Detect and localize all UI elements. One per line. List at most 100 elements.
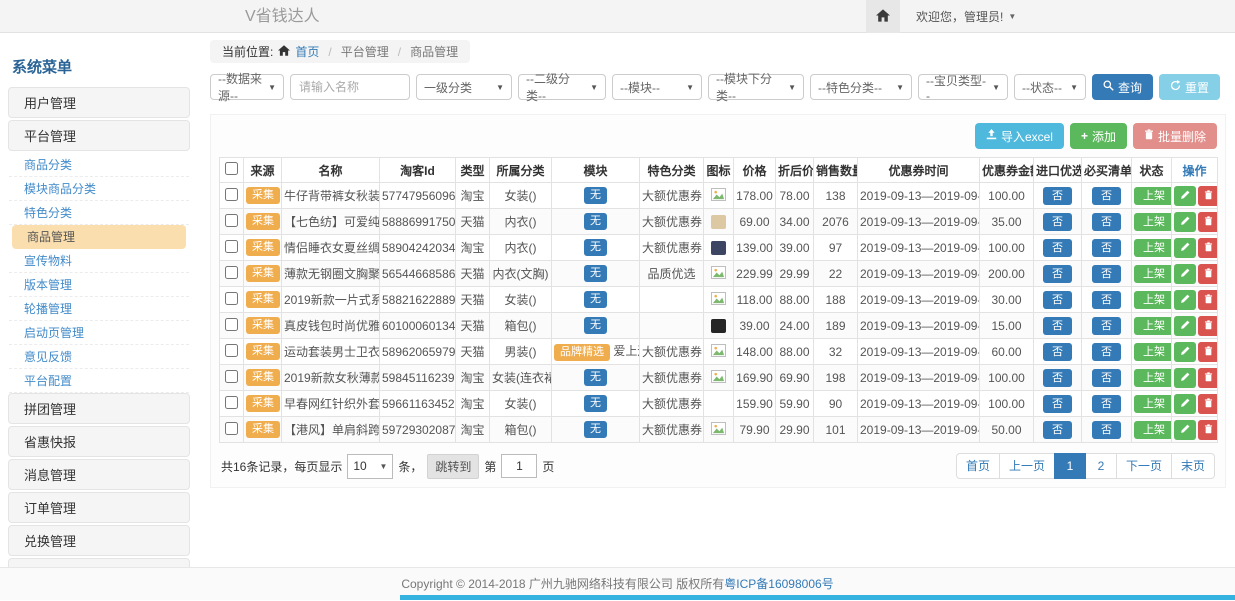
add-button[interactable]: + 添加 bbox=[1070, 123, 1127, 149]
sidebar-item-sub[interactable]: 平台配置 bbox=[9, 369, 189, 393]
filter-select[interactable]: --状态--▼ bbox=[1014, 74, 1086, 100]
row-checkbox[interactable] bbox=[225, 344, 238, 357]
jump-button[interactable]: 跳转到 bbox=[427, 454, 479, 479]
import-select-toggle[interactable]: 否 bbox=[1043, 291, 1072, 309]
filter-select[interactable]: --数据来源--▼ bbox=[210, 74, 284, 100]
sidebar-item-sub[interactable]: 商品管理 bbox=[12, 225, 186, 249]
name-search-input[interactable] bbox=[290, 74, 410, 100]
status-button[interactable]: 上架 bbox=[1134, 291, 1172, 309]
edit-button[interactable] bbox=[1174, 212, 1196, 232]
must-buy-toggle[interactable]: 否 bbox=[1092, 213, 1121, 231]
row-checkbox[interactable] bbox=[225, 292, 238, 305]
breadcrumb-home-link[interactable]: 首页 bbox=[295, 43, 319, 60]
sidebar-item-sub[interactable]: 意见反馈 bbox=[9, 345, 189, 369]
must-buy-toggle[interactable]: 否 bbox=[1092, 421, 1121, 439]
status-button[interactable]: 上架 bbox=[1134, 187, 1172, 205]
delete-button[interactable] bbox=[1198, 290, 1218, 310]
must-buy-toggle[interactable]: 否 bbox=[1092, 265, 1121, 283]
delete-button[interactable] bbox=[1198, 316, 1218, 336]
import-select-toggle[interactable]: 否 bbox=[1043, 343, 1072, 361]
edit-button[interactable] bbox=[1174, 186, 1196, 206]
sidebar-item-sub[interactable]: 版本管理 bbox=[9, 273, 189, 297]
pager-button[interactable]: 2 bbox=[1085, 453, 1117, 479]
sidebar-item-group[interactable]: 平台管理 bbox=[8, 120, 190, 151]
delete-button[interactable] bbox=[1198, 342, 1218, 362]
filter-select[interactable]: --二级分类--▼ bbox=[518, 74, 606, 100]
status-button[interactable]: 上架 bbox=[1134, 395, 1172, 413]
sidebar-item-group[interactable]: 省惠快报 bbox=[8, 426, 190, 457]
reset-button[interactable]: 重置 bbox=[1159, 74, 1220, 100]
sidebar-item-sub[interactable]: 特色分类 bbox=[9, 201, 189, 225]
status-button[interactable]: 上架 bbox=[1134, 343, 1172, 361]
delete-button[interactable] bbox=[1198, 212, 1218, 232]
must-buy-toggle[interactable]: 否 bbox=[1092, 291, 1121, 309]
sidebar-item-sub[interactable]: 商品分类 bbox=[9, 153, 189, 177]
row-checkbox[interactable] bbox=[225, 214, 238, 227]
sidebar-item-sub[interactable]: 宣传物料 bbox=[9, 249, 189, 273]
edit-button[interactable] bbox=[1174, 420, 1196, 440]
import-select-toggle[interactable]: 否 bbox=[1043, 421, 1072, 439]
edit-button[interactable] bbox=[1174, 264, 1196, 284]
sidebar-item-sub[interactable]: 模块商品分类 bbox=[9, 177, 189, 201]
filter-select[interactable]: --宝贝类型--▼ bbox=[918, 74, 1008, 100]
user-menu[interactable]: 欢迎您，管理员! ▼ bbox=[916, 8, 1016, 25]
filter-select[interactable]: --模块下分类--▼ bbox=[708, 74, 804, 100]
edit-button[interactable] bbox=[1174, 342, 1196, 362]
import-select-toggle[interactable]: 否 bbox=[1043, 239, 1072, 257]
edit-button[interactable] bbox=[1174, 368, 1196, 388]
delete-button[interactable] bbox=[1198, 186, 1218, 206]
must-buy-toggle[interactable]: 否 bbox=[1092, 395, 1121, 413]
must-buy-toggle[interactable]: 否 bbox=[1092, 369, 1121, 387]
must-buy-toggle[interactable]: 否 bbox=[1092, 343, 1121, 361]
home-button[interactable] bbox=[866, 0, 900, 33]
row-checkbox[interactable] bbox=[225, 396, 238, 409]
sidebar-item-sub[interactable]: 启动页管理 bbox=[9, 321, 189, 345]
sidebar-item-group[interactable]: 消息管理 bbox=[8, 459, 190, 490]
sidebar-item-group[interactable]: 订单管理 bbox=[8, 492, 190, 523]
sidebar-item-group[interactable]: 拼团管理 bbox=[8, 393, 190, 424]
pager-button[interactable]: 上一页 bbox=[999, 453, 1055, 479]
query-button[interactable]: 查询 bbox=[1092, 74, 1153, 100]
filter-select[interactable]: --模块--▼ bbox=[612, 74, 702, 100]
pager-button[interactable]: 末页 bbox=[1171, 453, 1215, 479]
import-select-toggle[interactable]: 否 bbox=[1043, 369, 1072, 387]
select-all-checkbox[interactable] bbox=[225, 162, 238, 175]
status-button[interactable]: 上架 bbox=[1134, 265, 1172, 283]
status-button[interactable]: 上架 bbox=[1134, 421, 1172, 439]
import-select-toggle[interactable]: 否 bbox=[1043, 395, 1072, 413]
edit-button[interactable] bbox=[1174, 290, 1196, 310]
status-button[interactable]: 上架 bbox=[1134, 239, 1172, 257]
filter-select[interactable]: --特色分类--▼ bbox=[810, 74, 912, 100]
page-number-input[interactable] bbox=[501, 454, 537, 478]
must-buy-toggle[interactable]: 否 bbox=[1092, 239, 1121, 257]
delete-button[interactable] bbox=[1198, 264, 1218, 284]
edit-button[interactable] bbox=[1174, 238, 1196, 258]
status-button[interactable]: 上架 bbox=[1134, 317, 1172, 335]
row-checkbox[interactable] bbox=[225, 370, 238, 383]
delete-button[interactable] bbox=[1198, 238, 1218, 258]
sidebar-item-group[interactable]: 兑换管理 bbox=[8, 525, 190, 556]
row-checkbox[interactable] bbox=[225, 240, 238, 253]
batch-delete-button[interactable]: 批量删除 bbox=[1133, 123, 1217, 149]
import-excel-button[interactable]: 导入excel bbox=[975, 123, 1064, 149]
delete-button[interactable] bbox=[1198, 394, 1218, 414]
icp-link[interactable]: 粤ICP备16098006号 bbox=[724, 577, 833, 591]
edit-button[interactable] bbox=[1174, 316, 1196, 336]
filter-select[interactable]: 一级分类▼ bbox=[416, 74, 512, 100]
must-buy-toggle[interactable]: 否 bbox=[1092, 317, 1121, 335]
row-checkbox[interactable] bbox=[225, 318, 238, 331]
pager-button[interactable]: 下一页 bbox=[1116, 453, 1172, 479]
edit-button[interactable] bbox=[1174, 394, 1196, 414]
sidebar-item-group[interactable]: 用户管理 bbox=[8, 87, 190, 118]
pager-button[interactable]: 首页 bbox=[956, 453, 1000, 479]
row-checkbox[interactable] bbox=[225, 188, 238, 201]
delete-button[interactable] bbox=[1198, 420, 1218, 440]
delete-button[interactable] bbox=[1198, 368, 1218, 388]
must-buy-toggle[interactable]: 否 bbox=[1092, 187, 1121, 205]
import-select-toggle[interactable]: 否 bbox=[1043, 265, 1072, 283]
sidebar-item-sub[interactable]: 轮播管理 bbox=[9, 297, 189, 321]
status-button[interactable]: 上架 bbox=[1134, 213, 1172, 231]
row-checkbox[interactable] bbox=[225, 422, 238, 435]
per-page-select[interactable]: 10▼ bbox=[347, 454, 393, 479]
import-select-toggle[interactable]: 否 bbox=[1043, 317, 1072, 335]
